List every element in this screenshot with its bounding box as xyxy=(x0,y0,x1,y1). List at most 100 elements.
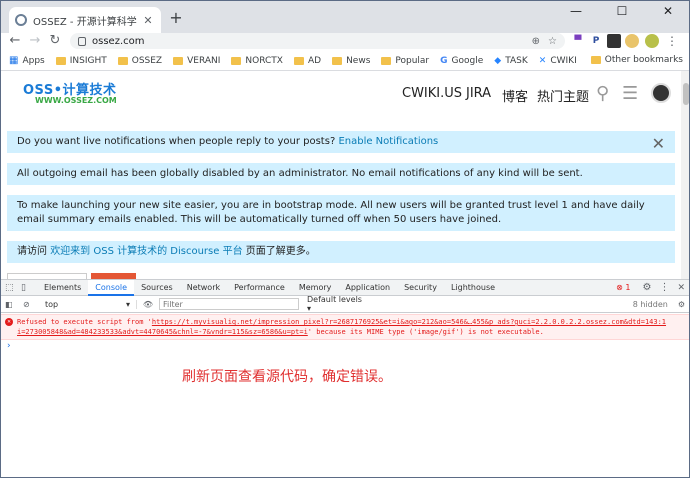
email-disabled-text: All outgoing email has been globally dis… xyxy=(17,168,583,179)
bookmark-label: OSSEZ xyxy=(131,55,163,66)
eye-icon[interactable]: 👁 xyxy=(137,300,159,309)
folder-icon xyxy=(590,56,601,64)
devtools-panel: ⬚ ▯ Elements Console Sources Network Per… xyxy=(1,279,689,477)
log-levels-select[interactable]: Default levels ▾ xyxy=(307,295,367,313)
site-favicon-icon xyxy=(15,14,27,26)
bookmark-label: AD xyxy=(307,55,322,66)
bookmark-ad[interactable]: AD xyxy=(293,55,322,66)
browser-tab[interactable]: OSSEZ - 开源计算科学 ✕ xyxy=(9,7,161,33)
close-icon[interactable]: ✕ xyxy=(652,136,665,152)
devtools-menu-icon[interactable]: ⋮ xyxy=(659,282,669,293)
profile-avatar-icon[interactable] xyxy=(645,34,659,48)
welcome-banner: 请访问 欢迎来到 OSS 计算技术的 Discourse 平台 页面了解更多。 xyxy=(7,241,675,263)
annotation-text: 刷新页面查看源代码，确定错误。 xyxy=(182,369,392,385)
menu-kebab-icon[interactable]: ⋮ xyxy=(665,34,679,48)
chevron-down-icon: ▾ xyxy=(125,299,130,309)
user-avatar[interactable] xyxy=(651,83,671,103)
sidebar-toggle-icon[interactable]: ◧ xyxy=(5,300,23,309)
reload-button[interactable]: ↻ xyxy=(45,33,65,49)
bootstrap-banner: To make launching your new site easier, … xyxy=(7,195,675,231)
back-button[interactable]: ← xyxy=(5,33,25,49)
folder-icon xyxy=(332,56,343,65)
extension-qr-icon[interactable] xyxy=(607,34,621,48)
maximize-button[interactable]: ☐ xyxy=(599,1,645,21)
bookmark-task[interactable]: ◆ TASK xyxy=(494,56,528,66)
inspect-element-icon[interactable]: ⬚ xyxy=(5,283,21,293)
error-count-badge[interactable]: ⊗ 1 xyxy=(616,283,630,292)
bookmark-verani[interactable]: VERANI xyxy=(173,56,220,66)
tab-console[interactable]: Console xyxy=(88,279,135,296)
tab-close-icon[interactable]: ✕ xyxy=(141,14,155,27)
bookmark-ossez[interactable]: OSSEZ xyxy=(117,55,163,66)
bookmark-apps[interactable]: ▦ Apps xyxy=(9,55,45,66)
bookmark-cwiki[interactable]: ✕ CWIKI xyxy=(539,56,577,66)
tab-performance[interactable]: Performance xyxy=(227,280,292,296)
tab-strip: OSSEZ - 开源计算科学 ✕ + — ☐ ✕ xyxy=(1,1,689,33)
settings-gear-icon[interactable]: ⚙ xyxy=(642,282,651,293)
tab-elements[interactable]: Elements xyxy=(37,280,88,296)
search-icon[interactable]: ⚲ xyxy=(596,83,609,104)
console-filter-input[interactable] xyxy=(159,298,299,310)
other-bookmarks[interactable]: Other bookmarks xyxy=(590,55,683,65)
bookmark-star-icon[interactable]: ☆ xyxy=(548,36,557,47)
devtools-close-icon[interactable]: ✕ xyxy=(677,283,685,293)
nav-link-hot-topics[interactable]: 热门主题 xyxy=(537,86,589,105)
log-levels-label: Default levels xyxy=(307,295,362,304)
tab-memory[interactable]: Memory xyxy=(292,280,339,296)
clear-console-icon[interactable]: ⊘ xyxy=(23,300,41,309)
folder-icon xyxy=(55,56,66,65)
folder-icon xyxy=(173,56,184,65)
bookmark-label: Google xyxy=(451,55,484,66)
browser-toolbar: ← → ↻ ossez.com ⊕ ☆ ▀ P ⋮ xyxy=(1,33,689,50)
bookmarks-bar: ▦ Apps INSIGHT OSSEZ VERANI NORCTX AD Ne… xyxy=(1,51,689,71)
console-toolbar: ◧ ⊘ top ▾ 👁 Default levels ▾ 8 hidden ⚙ xyxy=(1,295,689,313)
tab-security[interactable]: Security xyxy=(397,280,444,296)
hamburger-menu-icon[interactable]: ☰ xyxy=(622,83,638,104)
confluence-icon: ✕ xyxy=(538,55,547,66)
scrollbar-thumb[interactable] xyxy=(683,83,689,105)
page-scrollbar[interactable] xyxy=(681,71,689,279)
address-bar[interactable]: ossez.com ⊕ ☆ xyxy=(70,33,565,49)
context-select[interactable]: top ▾ xyxy=(41,299,137,309)
lock-icon xyxy=(78,36,86,46)
tab-sources[interactable]: Sources xyxy=(134,280,180,296)
extension-p-icon[interactable]: P xyxy=(589,34,603,48)
minimize-button[interactable]: — xyxy=(553,1,599,21)
notification-banner: Do you want live notifications when peop… xyxy=(7,131,675,153)
address-url[interactable]: ossez.com xyxy=(92,36,524,47)
tab-lighthouse[interactable]: Lighthouse xyxy=(444,280,502,296)
bookmark-news[interactable]: News xyxy=(332,56,370,66)
error-prefix: Refused to execute script from ' xyxy=(17,318,152,326)
context-value: top xyxy=(45,299,59,309)
tab-title: OSSEZ - 开源计算科学 xyxy=(33,16,137,28)
close-window-button[interactable]: ✕ xyxy=(645,1,689,21)
welcome-link[interactable]: 欢迎来到 OSS 计算技术的 Discourse 平台 xyxy=(50,245,242,259)
enable-notifications-link[interactable]: Enable Notifications xyxy=(338,135,438,149)
bookmark-popular[interactable]: Popular xyxy=(381,56,429,66)
nav-link-jira[interactable]: JIRA xyxy=(466,86,491,101)
bookmark-label: NORCTX xyxy=(245,55,283,66)
extension-cart-icon[interactable]: ▀ xyxy=(571,34,585,48)
tab-network[interactable]: Network xyxy=(180,280,227,296)
device-toolbar-icon[interactable]: ▯ xyxy=(21,283,37,293)
error-suffix: ' because its MIME type ('image/gif') is… xyxy=(307,328,544,336)
bookmark-norctx[interactable]: NORCTX xyxy=(231,56,283,66)
forward-button[interactable]: → xyxy=(25,33,45,49)
bookmark-insight[interactable]: INSIGHT xyxy=(55,56,107,66)
diamond-icon: ◆ xyxy=(494,55,502,66)
nav-link-cwiki[interactable]: CWIKI.US xyxy=(402,86,462,101)
tab-application[interactable]: Application xyxy=(338,280,397,296)
welcome-suffix: 页面了解更多。 xyxy=(245,246,316,257)
folder-icon xyxy=(293,56,304,65)
extension-avatar-icon[interactable] xyxy=(625,34,639,48)
site-header: OSS•计算技术 WWW.OSSEZ.COM CWIKI.US JIRA 博客 … xyxy=(1,71,681,119)
console-prompt[interactable]: › xyxy=(7,341,11,351)
nav-link-blog[interactable]: 博客 xyxy=(502,86,528,105)
site-logo-subtitle: WWW.OSSEZ.COM xyxy=(35,96,117,105)
folder-icon xyxy=(117,56,128,65)
console-settings-gear-icon[interactable]: ⚙ xyxy=(678,300,685,309)
bookmark-google[interactable]: G Google xyxy=(440,56,483,66)
add-icon[interactable]: ⊕ xyxy=(532,36,540,47)
error-count: 1 xyxy=(625,283,631,292)
new-tab-button[interactable]: + xyxy=(167,9,185,27)
